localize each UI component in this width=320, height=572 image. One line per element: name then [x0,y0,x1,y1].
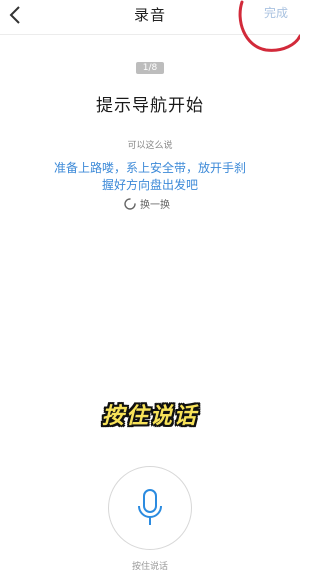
example-line-2: 握好方向盘出发吧 [101,178,198,192]
refresh-label: 换一换 [140,200,170,211]
page-title: 录音 [133,6,166,24]
step-counter-badge: 1/8 [136,62,164,74]
refresh-button[interactable]: 换一换 [124,196,170,211]
example-hint-label: 可以这么说 [127,141,173,151]
record-mic-button[interactable] [108,466,192,550]
overlay-caption: 按住说话 [101,404,198,429]
refresh-spinner-icon [124,197,136,210]
microphone-icon [138,489,162,525]
done-button[interactable]: 完成 [264,4,288,21]
example-line-1: 准备上路喽，系上安全带，放开手刹 [53,161,246,175]
prompt-title: 提示导航开始 [96,96,204,116]
record-hint-text: 按住说话 [131,562,168,572]
nav-bar: 录音 完成 [0,0,300,35]
